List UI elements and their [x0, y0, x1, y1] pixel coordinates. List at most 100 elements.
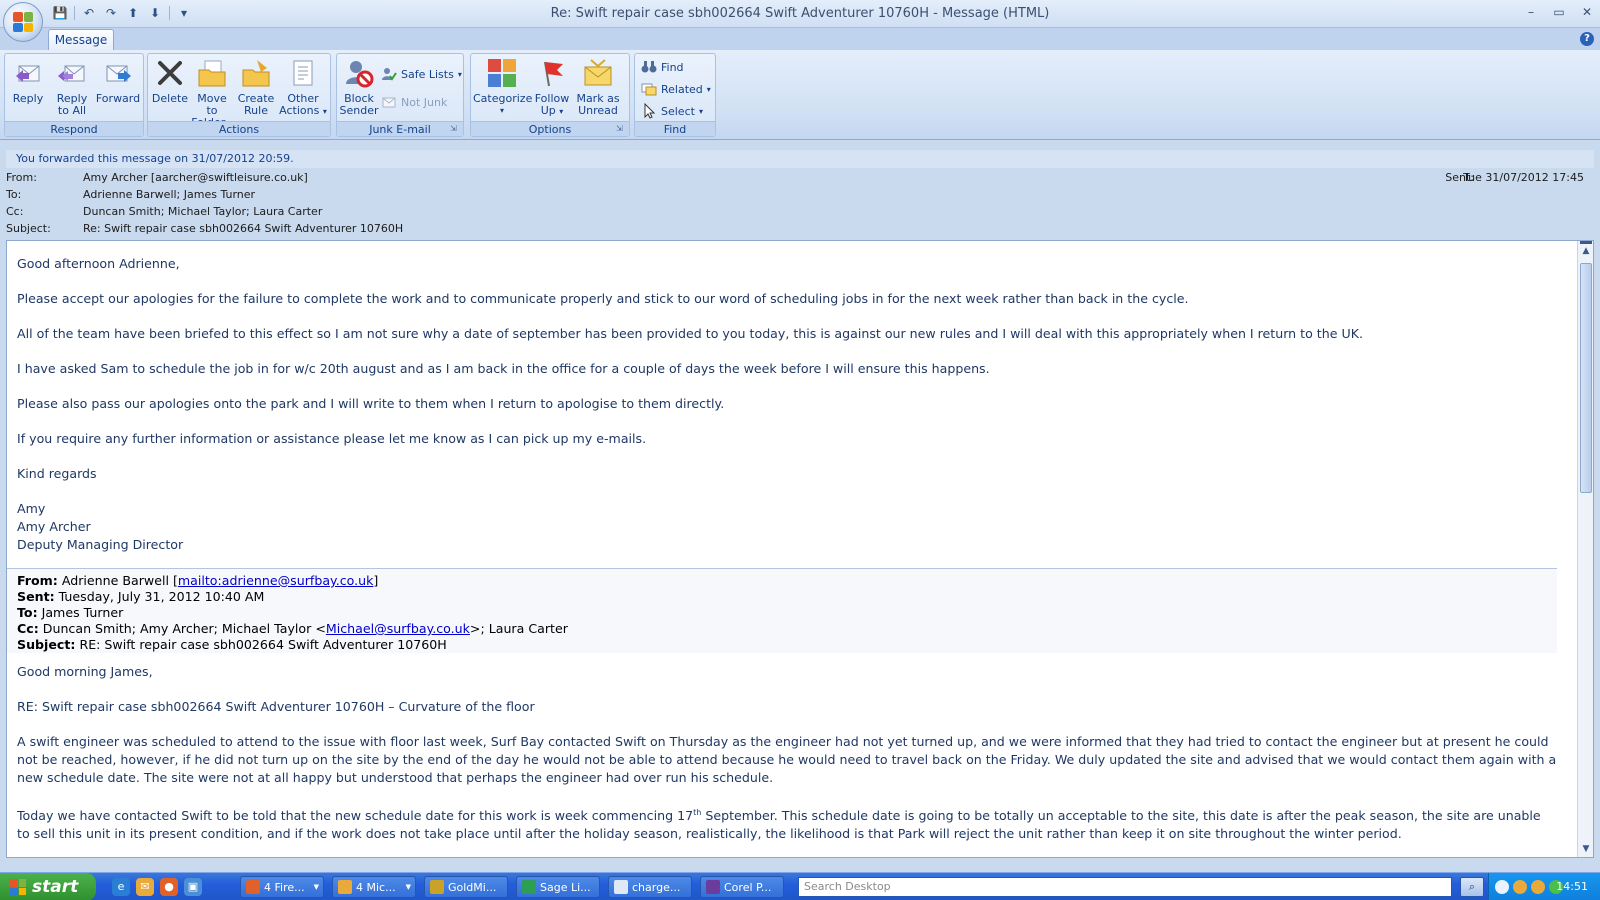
start-label: start	[32, 877, 79, 897]
forward-button[interactable]: Forward	[95, 57, 141, 120]
window-controls: – ▭ ✕	[1524, 4, 1594, 20]
move-to-folder-button[interactable]: Move to Folder ▾	[190, 57, 234, 129]
task-label: charge...	[632, 880, 681, 894]
internet-explorer-icon[interactable]: e	[112, 878, 130, 896]
from-label: From:	[6, 171, 37, 184]
dialog-launcher-icon[interactable]: ⇲	[450, 124, 460, 134]
taskbar-item-corel[interactable]: Corel P...	[700, 876, 784, 898]
safe-lists-label: Safe Lists	[401, 67, 454, 81]
to-value[interactable]: Adrienne Barwell; James Turner	[83, 187, 255, 203]
scrollbar-thumb[interactable]	[1580, 263, 1592, 493]
notification-icon[interactable]	[1531, 880, 1545, 894]
create-rule-label-2: Rule	[244, 104, 268, 117]
forwarded-info-bar[interactable]: You forwarded this message on 31/07/2012…	[6, 150, 1594, 168]
taskbar-item-outlook[interactable]: 4 Mic... ▼	[332, 876, 416, 898]
dialog-launcher-icon[interactable]: ⇲	[616, 124, 626, 134]
cursor-arrow-icon	[641, 103, 657, 119]
maximize-button[interactable]: ▭	[1552, 4, 1566, 20]
taskbar-item-goldmine[interactable]: GoldMi...	[424, 876, 508, 898]
related-button[interactable]: Related ▾	[641, 79, 711, 99]
create-rule-button[interactable]: Create Rule	[236, 57, 276, 120]
cc-value[interactable]: Duncan Smith; Michael Taylor; Laura Cart…	[83, 204, 322, 220]
folder-icon	[196, 57, 228, 89]
chevron-down-icon: ▼	[313, 883, 319, 891]
group-junk-email: Block Sender Safe Lists ▾ Not Junk Junk …	[336, 53, 464, 137]
vertical-scrollbar[interactable]: ▲ ▼	[1577, 241, 1593, 857]
body-greeting: Good afternoon Adrienne,	[17, 256, 180, 271]
taskbar-item-sage[interactable]: Sage Li...	[516, 876, 600, 898]
categorize-label: Categorize	[473, 92, 533, 105]
select-button[interactable]: Select ▾	[641, 101, 703, 121]
taskbar-item-firefox[interactable]: 4 Fire... ▼	[240, 876, 324, 898]
forward-label: Forward	[95, 92, 141, 105]
other-actions-label-2: Actions	[279, 104, 320, 117]
orig-subject-value: RE: Swift repair case sbh002664 Swift Ad…	[79, 637, 447, 652]
binoculars-icon	[641, 59, 657, 75]
body-paragraph: I have asked Sam to schedule the job in …	[17, 361, 990, 376]
office-button[interactable]	[3, 2, 43, 42]
taskbar-item-charge[interactable]: charge...	[608, 876, 692, 898]
scroll-down-icon[interactable]: ▼	[1578, 841, 1593, 857]
orig-cc-value-end: >; Laura Carter	[469, 621, 568, 636]
find-label: Find	[661, 60, 684, 74]
orig-cc-label: Cc:	[17, 621, 39, 636]
reply-label: Reply	[12, 92, 44, 105]
show-desktop-icon[interactable]: ▣	[184, 878, 202, 896]
orig-paragraph-text: Today we have contacted Swift to be told…	[17, 808, 694, 824]
orig-from-name: Adrienne Barwell	[61, 573, 169, 588]
orig-from-mailto-link[interactable]: mailto:adrienne@surfbay.co.uk	[178, 573, 374, 588]
group-actions: Delete Move to Folder ▾ Create Rule Othe…	[147, 53, 331, 137]
ribbon-tab-strip: Message ?	[0, 28, 1600, 51]
group-options: Categorize ▾ Follow Up ▾ Mark as Unread …	[470, 53, 630, 137]
tray-chevron-icon[interactable]	[1495, 880, 1509, 894]
select-label: Select	[661, 104, 695, 118]
orig-paragraph: Today we have contacted Swift to be told…	[17, 804, 1557, 843]
safe-lists-icon	[381, 66, 397, 82]
signature-line: Amy	[17, 501, 46, 516]
block-sender-button[interactable]: Block Sender	[339, 57, 379, 120]
not-junk-label: Not Junk	[401, 95, 448, 109]
orig-cc-email-link[interactable]: Michael@surfbay.co.uk	[326, 621, 470, 636]
search-icon[interactable]: ⌕	[1460, 877, 1484, 897]
delete-label: Delete	[151, 92, 189, 105]
help-icon[interactable]: ?	[1580, 32, 1594, 46]
outlook-tray-icon[interactable]	[1513, 880, 1527, 894]
reply-button[interactable]: Reply	[9, 57, 47, 120]
close-button[interactable]: ✕	[1580, 4, 1594, 20]
subject-value: Re: Swift repair case sbh002664 Swift Ad…	[83, 222, 404, 235]
create-rule-icon	[240, 57, 272, 89]
orig-from-label: From:	[17, 573, 58, 588]
block-sender-label-2: Sender	[339, 104, 379, 117]
original-message-header: From: Adrienne Barwell [mailto:adrienne@…	[7, 568, 1557, 653]
delete-button[interactable]: Delete	[150, 57, 190, 120]
group-label-respond: Respond	[5, 121, 143, 136]
from-value[interactable]: Amy Archer [aarcher@swiftleisure.co.uk]	[83, 170, 308, 186]
start-button[interactable]: start	[0, 873, 96, 900]
firefox-icon[interactable]: ●	[160, 878, 178, 896]
safe-lists-button[interactable]: Safe Lists ▾	[381, 64, 462, 84]
message-header: From: Amy Archer [aarcher@swiftleisure.c…	[0, 170, 1600, 240]
minimize-button[interactable]: –	[1524, 4, 1538, 20]
follow-up-button[interactable]: Follow Up ▾	[531, 57, 573, 120]
orig-subject-label: Subject:	[17, 637, 76, 652]
other-actions-button[interactable]: Other Actions ▾	[278, 57, 328, 120]
block-sender-icon	[343, 57, 375, 89]
categorize-button[interactable]: Categorize ▾	[473, 57, 533, 120]
group-respond: Reply Reply to All Forward Respond	[4, 53, 144, 137]
find-button[interactable]: Find	[641, 57, 684, 77]
chevron-down-icon: ▾	[706, 84, 711, 94]
not-junk-button[interactable]: Not Junk	[381, 92, 447, 112]
outlook-icon[interactable]: ✉	[136, 878, 154, 896]
outlook-icon	[338, 880, 352, 894]
chevron-down-icon: ▾	[698, 106, 703, 116]
scroll-up-icon[interactable]: ▲	[1578, 243, 1593, 259]
system-clock[interactable]: 14:51	[1556, 880, 1588, 893]
firefox-icon	[246, 880, 260, 894]
tab-message[interactable]: Message	[48, 29, 114, 51]
mark-as-unread-button[interactable]: Mark as Unread	[573, 57, 623, 120]
orig-cc-value: Duncan Smith; Amy Archer; Michael Taylor…	[42, 621, 326, 636]
search-desktop-input[interactable]: Search Desktop	[798, 877, 1452, 897]
goldmine-icon	[430, 880, 444, 894]
message-body[interactable]: Good afternoon Adrienne, Please accept o…	[6, 240, 1594, 858]
reply-all-button[interactable]: Reply to All	[51, 57, 93, 120]
